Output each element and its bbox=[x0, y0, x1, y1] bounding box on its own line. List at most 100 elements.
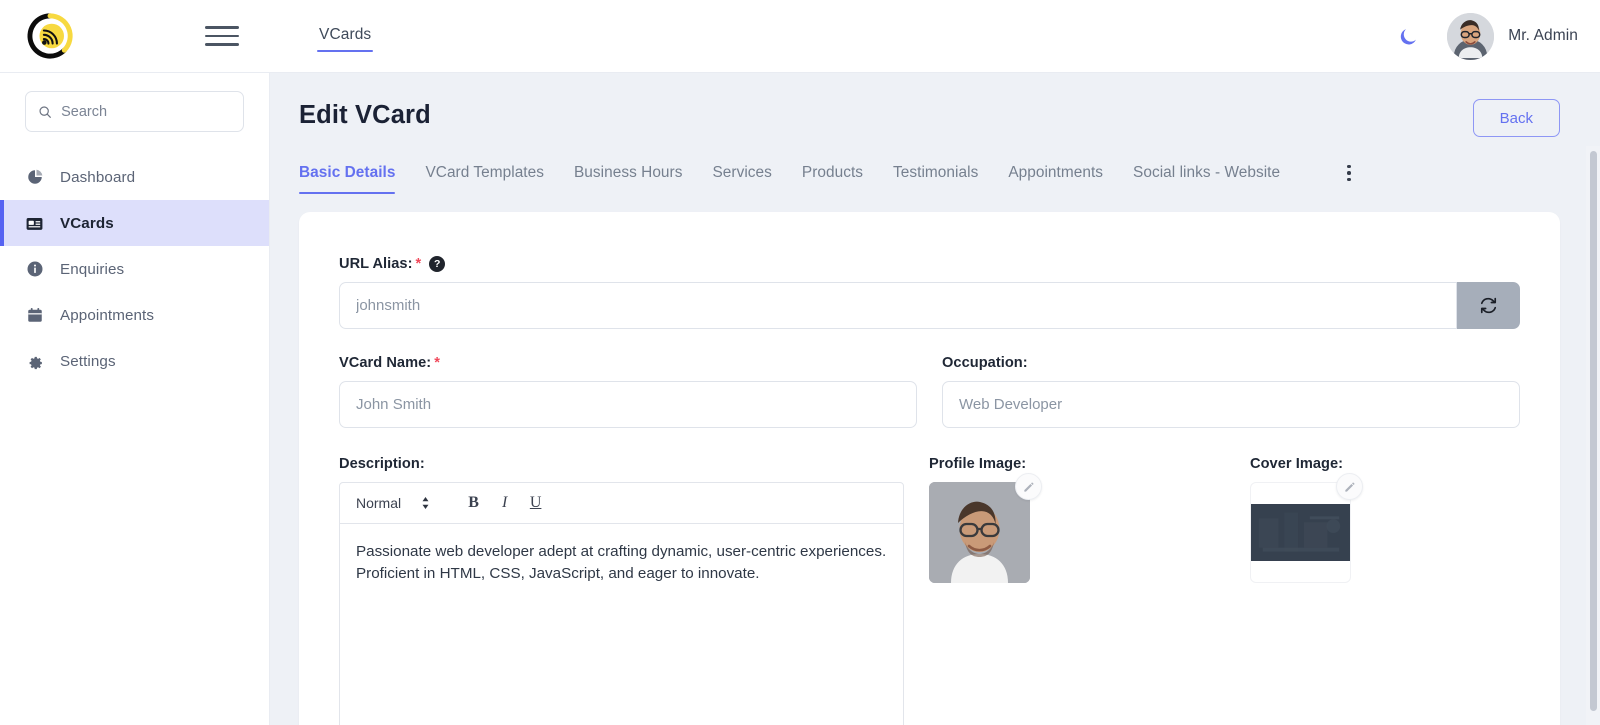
vcard-name-label: VCard Name: * bbox=[339, 355, 917, 371]
pencil-icon bbox=[1023, 481, 1034, 492]
editor-toolbar: Normal B I U bbox=[340, 483, 903, 524]
profile-image-edit-button[interactable] bbox=[1015, 473, 1042, 500]
profile-image-label-text: Profile Image: bbox=[929, 456, 1027, 472]
sidebar-item-appointments[interactable]: Appointments bbox=[0, 292, 269, 338]
tab-appointments[interactable]: Appointments bbox=[1008, 164, 1103, 194]
editor-underline-button[interactable]: U bbox=[522, 490, 549, 517]
field-profile-image: Profile Image: bbox=[929, 456, 1225, 725]
user-name-label: Mr. Admin bbox=[1508, 27, 1578, 44]
id-card-icon bbox=[25, 214, 44, 233]
url-alias-help-icon[interactable]: ? bbox=[429, 256, 446, 272]
top-nav: VCards bbox=[317, 0, 374, 72]
occupation-label-text: Occupation: bbox=[942, 355, 1028, 371]
tab-label: Social links - Website bbox=[1133, 164, 1281, 181]
tab-testimonials[interactable]: Testimonials bbox=[893, 164, 978, 194]
profile-image-slot bbox=[929, 473, 1042, 583]
tab-label: Services bbox=[712, 164, 772, 181]
gear-icon bbox=[25, 352, 44, 370]
hamburger-line bbox=[205, 43, 239, 46]
url-alias-regenerate-button[interactable] bbox=[1456, 282, 1520, 329]
url-alias-label-text: URL Alias: bbox=[339, 256, 413, 272]
field-cover-image: Cover Image: bbox=[1250, 456, 1520, 725]
search-input[interactable] bbox=[61, 103, 231, 120]
topbar-right: Mr. Admin bbox=[1387, 12, 1600, 60]
description-textarea[interactable]: Passionate web developer adept at crafti… bbox=[340, 524, 903, 725]
main-inner: Edit VCard Back Basic Details VCard Temp… bbox=[270, 73, 1600, 725]
sidebar-item-dashboard[interactable]: Dashboard bbox=[0, 154, 269, 200]
editor-bold-button[interactable]: B bbox=[460, 490, 487, 517]
search-box[interactable] bbox=[25, 91, 244, 132]
vcard-logo-icon bbox=[27, 13, 73, 59]
more-vertical-icon-dot bbox=[1347, 171, 1351, 175]
sidebar-item-enquiries[interactable]: Enquiries bbox=[0, 246, 269, 292]
page-title: Edit VCard bbox=[299, 101, 431, 129]
sidebar-search-wrap bbox=[0, 91, 269, 152]
sidebar-item-vcards[interactable]: VCards bbox=[0, 200, 269, 246]
description-editor: Normal B I U Passionate web developer ad… bbox=[339, 482, 904, 725]
more-vertical-icon-dot bbox=[1347, 177, 1351, 182]
tab-business-hours[interactable]: Business Hours bbox=[574, 164, 682, 194]
sidebar-item-label: Settings bbox=[60, 352, 116, 370]
tab-bar: Basic Details VCard Templates Business H… bbox=[299, 162, 1560, 196]
form-card: URL Alias: * ? johnsmith VCard Name: * J… bbox=[299, 212, 1560, 725]
editor-format-value: Normal bbox=[356, 495, 402, 511]
profile-photo bbox=[929, 482, 1030, 583]
tab-label: Basic Details bbox=[299, 164, 396, 181]
tab-basic-details[interactable]: Basic Details bbox=[299, 164, 396, 194]
topnav-item-vcards[interactable]: VCards bbox=[317, 22, 374, 52]
scrollbar-thumb[interactable] bbox=[1590, 151, 1597, 711]
tab-label: Products bbox=[801, 164, 864, 181]
sidebar-item-label: Appointments bbox=[60, 306, 155, 324]
tab-label: Appointments bbox=[1008, 164, 1104, 181]
avatar[interactable] bbox=[1447, 12, 1495, 60]
tab-label: VCard Templates bbox=[425, 164, 544, 181]
vcard-name-label-text: VCard Name: bbox=[339, 355, 432, 371]
tab-vcard-templates[interactable]: VCard Templates bbox=[425, 164, 544, 194]
logo-zone[interactable] bbox=[0, 8, 100, 64]
sidebar-item-label: VCards bbox=[60, 214, 114, 232]
search-icon bbox=[39, 105, 51, 118]
topnav-item-label: VCards bbox=[319, 25, 372, 43]
back-button[interactable]: Back bbox=[1472, 99, 1560, 137]
editor-format-select[interactable]: Normal bbox=[356, 495, 430, 511]
cover-image-preview[interactable] bbox=[1250, 482, 1351, 583]
tab-label: Testimonials bbox=[893, 164, 979, 181]
profile-image-preview[interactable] bbox=[929, 482, 1030, 583]
field-url-alias: URL Alias: * ? bbox=[339, 256, 1520, 329]
editor-italic-button[interactable]: I bbox=[491, 490, 518, 517]
vcard-name-input[interactable] bbox=[339, 381, 917, 428]
description-label: Description: bbox=[339, 456, 904, 472]
moon-icon bbox=[1400, 28, 1416, 44]
tab-services[interactable]: Services bbox=[712, 164, 771, 194]
url-alias-input[interactable] bbox=[339, 282, 1457, 329]
url-alias-input-group bbox=[339, 282, 1520, 329]
hamburger-line bbox=[205, 26, 239, 29]
url-alias-label: URL Alias: * ? bbox=[339, 256, 1520, 272]
hamburger-line bbox=[205, 34, 239, 38]
info-circle-icon bbox=[25, 260, 44, 278]
field-occupation: Occupation: bbox=[942, 355, 1520, 428]
tab-overflow-menu-button[interactable] bbox=[1338, 162, 1360, 184]
theme-toggle-button[interactable] bbox=[1387, 26, 1429, 47]
tab-products[interactable]: Products bbox=[802, 164, 863, 194]
top-bar: VCards Mr. Admin bbox=[0, 0, 1600, 73]
field-vcard-name: VCard Name: * bbox=[339, 355, 917, 428]
body-row: Dashboard VCards bbox=[0, 73, 1600, 725]
menu-toggle-button[interactable] bbox=[205, 23, 239, 49]
sidebar-item-settings[interactable]: Settings bbox=[0, 338, 269, 384]
chevron-updown-icon bbox=[421, 496, 430, 510]
cover-image-label-text: Cover Image: bbox=[1250, 456, 1344, 472]
calendar-icon bbox=[25, 306, 44, 324]
cover-photo bbox=[1251, 504, 1350, 561]
cover-image-edit-button[interactable] bbox=[1336, 473, 1363, 500]
required-marker: * bbox=[434, 355, 440, 371]
sidebar: Dashboard VCards bbox=[0, 73, 270, 725]
tab-social-links-website[interactable]: Social links - Website bbox=[1133, 164, 1280, 194]
main-content: Edit VCard Back Basic Details VCard Temp… bbox=[270, 73, 1600, 725]
sidebar-item-label: Enquiries bbox=[60, 260, 125, 278]
sidebar-item-label: Dashboard bbox=[60, 168, 136, 186]
app-root: VCards Mr. Admin Search Dashboard VCards… bbox=[0, 0, 1600, 725]
occupation-label: Occupation: bbox=[942, 355, 1520, 371]
occupation-input[interactable] bbox=[942, 381, 1520, 428]
required-marker: * bbox=[415, 256, 422, 272]
